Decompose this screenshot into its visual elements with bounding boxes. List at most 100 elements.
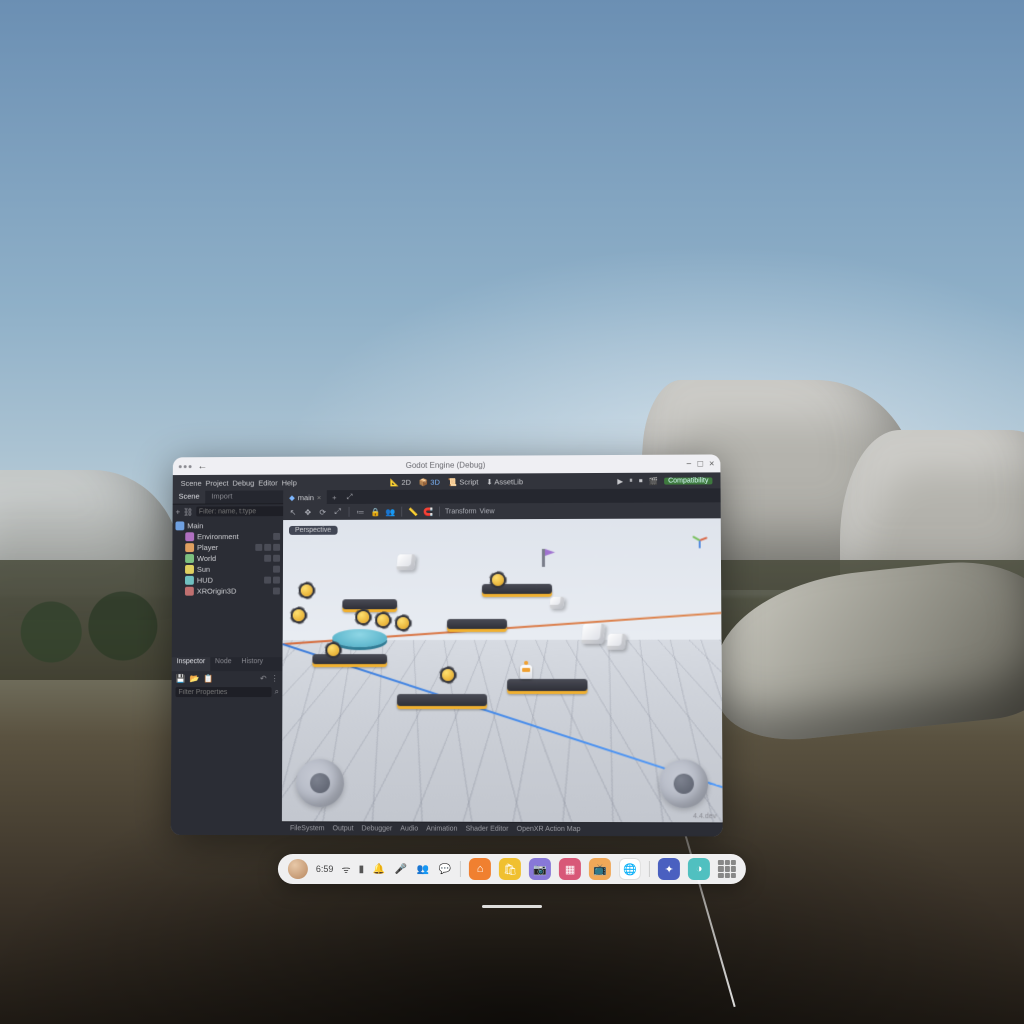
node-icon: [185, 587, 194, 596]
scene-platform: [312, 654, 387, 664]
mic-icon[interactable]: 🎤: [394, 862, 408, 876]
tree-item[interactable]: HUD: [197, 576, 213, 585]
move-tool[interactable]: ✥: [302, 506, 314, 518]
add-scene-tab[interactable]: +: [327, 493, 341, 502]
scene-tree[interactable]: Main Environment Player World Sun HUD XR…: [172, 518, 283, 657]
taskbar-app[interactable]: ◑: [688, 858, 710, 880]
avatar[interactable]: [288, 859, 308, 879]
virtual-joystick-left[interactable]: [296, 759, 344, 807]
home-indicator[interactable]: [482, 905, 542, 908]
menu-debug[interactable]: Debug: [232, 478, 254, 487]
minimize-button[interactable]: −: [686, 459, 691, 469]
lock-tool[interactable]: 🔒: [369, 506, 381, 518]
bottom-tab-shader[interactable]: Shader Editor: [466, 826, 509, 833]
inspector-open-icon[interactable]: 📂: [189, 674, 199, 683]
taskbar-app[interactable]: ✦: [658, 858, 680, 880]
orientation-gizmo[interactable]: [689, 528, 711, 550]
node-icon: [185, 532, 194, 541]
tree-item[interactable]: Environment: [197, 532, 239, 541]
notifications-icon[interactable]: 🔔: [372, 862, 386, 876]
link-node-button[interactable]: ⛓: [183, 507, 193, 516]
inspector-filter-input[interactable]: [175, 687, 271, 697]
expand-scene-tab[interactable]: ⤢: [341, 492, 357, 502]
node-icon: [185, 543, 194, 552]
scene-coin: [327, 644, 339, 656]
taskbar-app[interactable]: 📷: [529, 858, 551, 880]
scene-cube: [549, 597, 564, 609]
tree-root[interactable]: Main: [187, 521, 203, 530]
inspector-history-back[interactable]: ↶: [260, 674, 267, 683]
taskbar-app[interactable]: 🛍: [499, 858, 521, 880]
ruler-tool[interactable]: 📏: [407, 506, 419, 518]
chat-icon[interactable]: 💬: [438, 862, 452, 876]
menu-scene[interactable]: Scene: [181, 478, 202, 487]
vr-taskbar[interactable]: 6:59 ᯤ ▮ 🔔 🎤 👥 💬 ⌂ 🛍 📷 ▦ 📺 🌐 ✦ ◑: [278, 854, 746, 884]
godot-editor-window[interactable]: ← Godot Engine (Debug) − □ × Scene Proje…: [171, 454, 723, 836]
bottom-tab-animation[interactable]: Animation: [426, 826, 457, 833]
play-button[interactable]: ▶: [617, 476, 623, 485]
app-grid-button[interactable]: [718, 860, 736, 878]
select-tool[interactable]: ↖: [287, 506, 299, 518]
inspector-tab[interactable]: Inspector: [172, 657, 210, 671]
bottom-tab-audio[interactable]: Audio: [400, 825, 418, 832]
scene-icon: ◆: [289, 493, 295, 502]
bottom-tab-openxr[interactable]: OpenXR Action Map: [517, 826, 581, 833]
transform-menu[interactable]: Transform: [445, 505, 477, 517]
tree-item[interactable]: Sun: [197, 565, 210, 574]
back-button[interactable]: ←: [197, 461, 207, 472]
close-tab-icon[interactable]: ×: [317, 493, 321, 502]
list-tool[interactable]: ≔: [354, 506, 366, 518]
battery-icon[interactable]: ▮: [359, 864, 365, 875]
inspector-copy-icon[interactable]: 📋: [203, 674, 213, 683]
virtual-joystick-right[interactable]: [659, 759, 708, 808]
scale-tool[interactable]: ⤢: [332, 506, 344, 518]
scene-dock-tab[interactable]: Scene: [173, 491, 206, 504]
menu-help[interactable]: Help: [282, 478, 297, 487]
tree-item[interactable]: XROrigin3D: [197, 587, 237, 596]
inspector-save-icon[interactable]: 💾: [176, 674, 186, 683]
mode-2d-tab[interactable]: 📐 2D: [390, 477, 411, 486]
taskbar-app[interactable]: ⌂: [469, 858, 491, 880]
mode-3d-tab[interactable]: 📦 3D: [419, 477, 440, 486]
bottom-tab-debugger[interactable]: Debugger: [362, 825, 393, 832]
scene-tab-main[interactable]: ◆ main ×: [283, 490, 327, 504]
tree-item[interactable]: Player: [197, 543, 218, 552]
mode-script-tab[interactable]: 📜 Script: [448, 477, 479, 486]
taskbar-app[interactable]: 🌐: [619, 858, 641, 880]
taskbar-app[interactable]: ▦: [559, 858, 581, 880]
menu-editor[interactable]: Editor: [258, 478, 277, 487]
tree-item[interactable]: World: [197, 554, 216, 563]
renderer-badge[interactable]: Compatibility: [664, 477, 712, 484]
bottom-tab-output[interactable]: Output: [333, 825, 354, 832]
people-icon[interactable]: 👥: [416, 862, 430, 876]
node-icon: [185, 554, 194, 563]
view-menu[interactable]: View: [480, 505, 495, 517]
history-tab[interactable]: History: [236, 657, 268, 671]
maximize-button[interactable]: □: [698, 459, 704, 469]
import-dock-tab[interactable]: Import: [205, 491, 238, 504]
snap-tool[interactable]: 🧲: [422, 506, 434, 518]
close-button[interactable]: ×: [709, 458, 714, 468]
pause-button[interactable]: ⏸: [629, 476, 633, 486]
scene-coin: [293, 609, 305, 621]
search-icon[interactable]: ⌕: [275, 687, 279, 697]
bottom-tab-filesystem[interactable]: FileSystem: [290, 825, 325, 832]
node-tab[interactable]: Node: [210, 657, 237, 671]
window-menu-icon[interactable]: [179, 465, 192, 468]
stop-button[interactable]: ⏹: [639, 476, 643, 486]
group-tool[interactable]: 👥: [384, 506, 396, 518]
wifi-icon[interactable]: ᯤ: [341, 862, 350, 876]
mode-assetlib-tab[interactable]: ⬇ AssetLib: [486, 477, 523, 486]
play-scene-button[interactable]: 🎬: [649, 476, 658, 485]
rotate-tool[interactable]: ⟳: [317, 506, 329, 518]
scene-flag: [542, 549, 545, 567]
scene-filter-input[interactable]: [196, 506, 292, 516]
scene-coin: [492, 574, 504, 586]
taskbar-app[interactable]: 📺: [589, 858, 611, 880]
perspective-button[interactable]: Perspective: [289, 526, 337, 535]
inspector-history-fwd[interactable]: ⋮: [271, 674, 279, 683]
viewport-toolbar: ↖ ✥ ⟳ ⤢ ≔ 🔒 👥 📏 🧲 Transform View: [283, 502, 721, 520]
add-node-button[interactable]: +: [176, 507, 181, 516]
menu-project[interactable]: Project: [206, 478, 229, 487]
viewport-3d[interactable]: Perspective: [282, 518, 723, 822]
